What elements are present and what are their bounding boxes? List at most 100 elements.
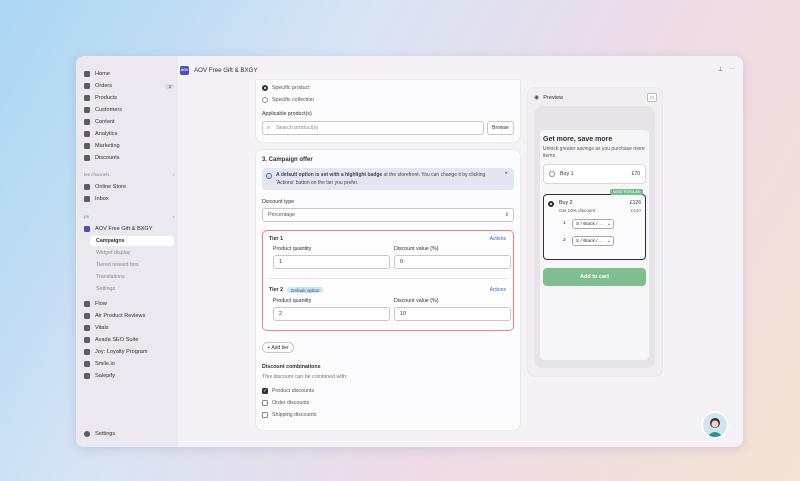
sidebar-app-flow[interactable]: Flow	[84, 299, 174, 309]
variant-select-1[interactable]: S / Black / ... ⌄	[572, 219, 614, 229]
tier-2-qty-label: Product quantity	[273, 298, 312, 304]
orders-icon	[84, 83, 90, 89]
more-icon[interactable]: ···	[729, 66, 735, 73]
sidebar-sub-settings[interactable]: Settings	[96, 284, 115, 294]
sidebar-item-analytics[interactable]: Analytics	[84, 129, 174, 139]
widget-title: Get more, save more	[543, 136, 613, 143]
inbox-icon	[84, 196, 90, 202]
applicable-products-label: Applicable product(s)	[262, 111, 312, 117]
sidebar-app-joy[interactable]: Joy: Loyalty Program	[84, 347, 174, 357]
admin-sidebar: Home Orders 3 Products Customers Content …	[76, 56, 178, 447]
checkbox-product-discounts[interactable]: ✓ Product discounts	[262, 388, 314, 394]
tier-divider	[269, 278, 507, 279]
tier-2-discount-label: Discount value (%)	[394, 298, 439, 304]
default-option-badge: Default option	[287, 287, 324, 293]
radio-specific-collection[interactable]: Specific collection	[262, 97, 314, 103]
discount-icon	[84, 155, 90, 161]
preview-panel: ◉ Preview ▭ Get more, save more Unlock g…	[528, 88, 662, 376]
apps-heading[interactable]: ps ›	[84, 214, 174, 219]
sidebar-app-vitals[interactable]: Vitals	[84, 323, 174, 333]
sidebar-app-smile[interactable]: Smile.io	[84, 359, 174, 369]
close-icon[interactable]: ×	[504, 171, 508, 179]
sidebar-app-salepify[interactable]: Salepify	[84, 371, 174, 381]
sidebar-item-home[interactable]: Home	[84, 69, 174, 79]
discount-combinations-subtitle: This discount can be combined with:	[262, 374, 348, 380]
person-icon	[84, 107, 90, 113]
default-option-banner: i A default option is set with a highlig…	[262, 168, 514, 190]
tier-1-discount-label: Discount value (%)	[394, 246, 439, 252]
orders-count-badge: 3	[165, 83, 174, 89]
browse-button[interactable]: Browse	[487, 121, 514, 135]
sidebar-item-customers[interactable]: Customers	[84, 105, 174, 115]
sidebar-item-products[interactable]: Products	[84, 93, 174, 103]
checkbox-shipping-discounts[interactable]: Shipping discounts	[262, 412, 316, 418]
sidebar-app-avada-seo[interactable]: Avada SEO Suite	[84, 335, 174, 345]
discount-type-select[interactable]: Percentage ⇕	[262, 208, 514, 222]
device-toggle-icon[interactable]: ▭	[647, 93, 657, 102]
tier-1-qty-input[interactable]: 1	[273, 255, 390, 269]
smile-app-icon	[84, 361, 90, 367]
radio-unselected-icon	[262, 97, 268, 103]
tier-1-actions-link[interactable]: Actions	[490, 236, 506, 242]
vitals-app-icon	[84, 325, 90, 331]
checkmark-icon: ✓	[262, 388, 268, 394]
phone-mockup: Get more, save more Unlock greater savin…	[534, 106, 655, 368]
campaign-offer-heading: 3. Campaign offer	[262, 157, 313, 163]
chevron-right-icon: ›	[172, 172, 174, 177]
content-icon	[84, 119, 90, 125]
home-icon	[84, 71, 90, 77]
sidebar-app-air-reviews[interactable]: Air Product Reviews	[84, 311, 174, 321]
bundle-option-2[interactable]: MOST POPULAR Buy 2 Get 10% discount £126…	[543, 189, 646, 260]
sidebar-item-current-app[interactable]: AOV Free Gift & BXGY	[84, 224, 174, 234]
gear-icon	[84, 431, 90, 437]
eye-icon: ◉	[534, 95, 540, 101]
tag-icon	[84, 95, 90, 101]
checkbox-empty-icon	[262, 412, 268, 418]
widget-subtitle: Unlock greater savings as you purchase m…	[543, 146, 645, 159]
title-bar-actions: ⊥ ···	[718, 66, 735, 73]
discount-combinations-heading: Discount combinations	[262, 364, 321, 370]
checkbox-empty-icon	[262, 400, 268, 406]
app-title: AOV Free Gift & BXGY	[194, 66, 258, 74]
search-icon: ⌕	[267, 125, 271, 131]
sidebar-item-settings[interactable]: Settings	[84, 429, 174, 439]
sidebar-item-orders[interactable]: Orders 3	[84, 81, 174, 91]
applies-to-card: Specific product Specific collection App…	[256, 80, 520, 142]
radio-unselected-icon	[549, 171, 555, 177]
sidebar-item-discounts[interactable]: Discounts	[84, 153, 174, 163]
tier-2-discount-input[interactable]: 10	[394, 307, 511, 321]
store-icon	[84, 184, 90, 190]
chevron-down-icon: ⌄	[606, 238, 611, 244]
offer-widget: Get more, save more Unlock greater savin…	[540, 130, 649, 360]
sidebar-sub-campaigns[interactable]: Campaigns	[90, 236, 174, 246]
sidebar-sub-translations[interactable]: Translations	[96, 272, 125, 282]
radio-selected-icon	[262, 85, 268, 91]
tier-1-discount-input[interactable]: 0	[394, 255, 511, 269]
sidebar-item-inbox[interactable]: Inbox	[84, 194, 174, 204]
radio-specific-product[interactable]: Specific product	[262, 85, 310, 91]
tier-2-qty-input[interactable]: 2	[273, 307, 390, 321]
pin-icon[interactable]: ⊥	[718, 66, 723, 73]
sidebar-sub-widget-display[interactable]: Widget display	[96, 248, 130, 258]
select-arrows-icon: ⇕	[504, 212, 509, 218]
avatar[interactable]	[703, 413, 727, 437]
sidebar-item-content[interactable]: Content	[84, 117, 174, 127]
add-to-cart-button[interactable]: Add to cart	[543, 268, 646, 286]
product-search-input[interactable]: ⌕ Search product(s)	[262, 121, 484, 135]
app-logo-icon	[84, 226, 90, 232]
chart-icon	[84, 131, 90, 137]
sidebar-item-marketing[interactable]: Marketing	[84, 141, 174, 151]
loyalty-app-icon	[84, 349, 90, 355]
checkbox-order-discounts[interactable]: Order discounts	[262, 400, 309, 406]
reviews-app-icon	[84, 313, 90, 319]
variant-select-2[interactable]: S / Black / ... ⌄	[572, 236, 614, 246]
app-window: Home Orders 3 Products Customers Content …	[76, 56, 743, 447]
tier-2-actions-link[interactable]: Actions	[490, 287, 506, 293]
chevron-down-icon: ⌄	[606, 221, 611, 227]
bundle-option-1[interactable]: Buy 1 £70	[543, 164, 646, 184]
sidebar-sub-tiered-reward-box[interactable]: Tiered reward bos	[96, 260, 139, 270]
sidebar-item-online-store[interactable]: Online Store	[84, 182, 174, 192]
add-tier-button[interactable]: + Add tier	[262, 342, 294, 353]
discount-type-label: Discount type	[262, 199, 295, 205]
sales-channels-heading[interactable]: les channels ›	[84, 172, 174, 177]
